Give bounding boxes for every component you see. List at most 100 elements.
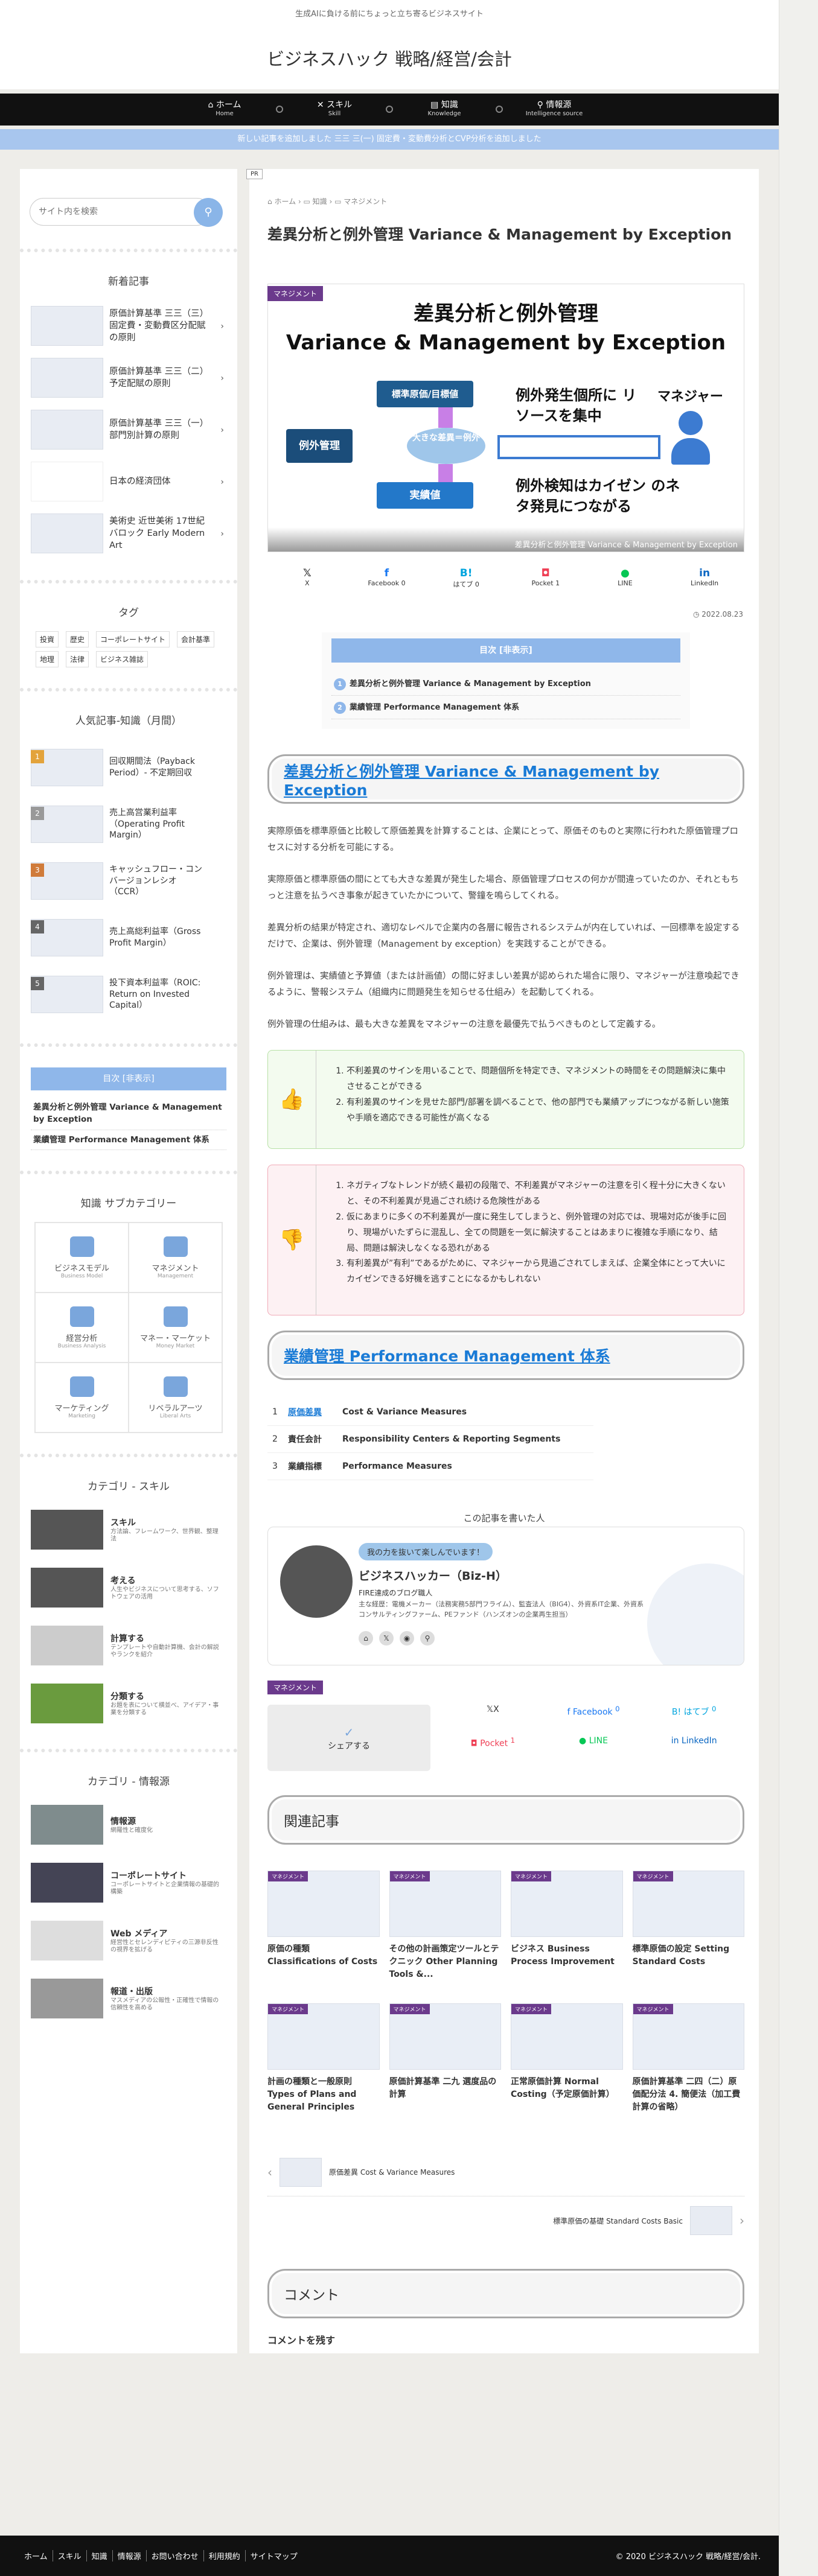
tag-link[interactable]: 地理 <box>36 651 59 667</box>
share-linkedin-button[interactable]: in LinkedIn <box>644 1736 744 1749</box>
list-item[interactable]: 美術史 近世美術 17世紀 バロック Early Modern Art › <box>31 507 226 559</box>
tag-link[interactable]: ビジネス雑誌 <box>96 651 149 667</box>
share-line-button[interactable]: ● LINE <box>598 567 652 589</box>
x-icon[interactable]: 𝕏 <box>379 1631 394 1646</box>
footer-link[interactable]: 利用規約 <box>204 2550 246 2562</box>
footer-link[interactable]: 情報源 <box>113 2550 147 2562</box>
list-item[interactable]: 原価計算基準 三三（三）固定費・変動費区分配賦の原則 › <box>31 300 226 352</box>
toc-link[interactable]: 1 差異分析と例外管理 Variance & Management by Exce… <box>331 672 680 696</box>
share-hatena-button[interactable]: B! はてブ 0 <box>644 1705 744 1718</box>
list-item[interactable]: 日本の経済団体 › <box>31 456 226 507</box>
category-item[interactable]: スキル 方法論、フレームワーク、世界観、整理法 <box>31 1505 226 1554</box>
share-pocket-button[interactable]: ◘ Pocket 1 <box>519 567 573 589</box>
category-item[interactable]: 報道・出版 マスメディアの公報性・正確性で情報の信頼性を高める <box>31 1974 226 2023</box>
home-icon[interactable]: ⌂ <box>359 1631 373 1646</box>
category-item[interactable]: Web メディア 経営性とセレンディピティの三源非反性の視界を拡げる <box>31 1916 226 1965</box>
ranking-item[interactable]: 4 売上高総利益率（Gross Profit Margin） <box>31 909 226 966</box>
knowledge-cat[interactable]: マネジメント Management <box>129 1222 222 1293</box>
tag-link[interactable]: マネジメント <box>267 1681 324 1694</box>
knowledge-cat[interactable]: マネー・マーケット Money Market <box>129 1292 222 1363</box>
thumbs-down-icon: 👎 <box>268 1165 316 1315</box>
related-card[interactable]: マネジメント 標準原価の設定 Setting Standard Costs <box>632 1871 744 1981</box>
share-x-button[interactable]: 𝕏X <box>280 567 334 589</box>
ranking-item[interactable]: 5 投下資本利益率（ROIC: Return on Invested Capita… <box>31 966 226 1023</box>
share-facebook-button[interactable]: f Facebook 0 <box>543 1705 644 1718</box>
main-article: PR ⌂ ホーム › ▭ 知識 › ▭ マネジメント 差異分析と例外管理 Var… <box>246 169 759 2353</box>
chevron-right-icon: › <box>740 2213 744 2228</box>
notice-bar[interactable]: 新しい記事を追加しました 三三 三(一) 固定費・変動費分析とCVP分析を追加し… <box>0 129 779 150</box>
breadcrumb-link[interactable]: ホーム <box>274 197 296 206</box>
search-input[interactable] <box>30 198 211 226</box>
share-pocket-button[interactable]: ◘ Pocket 1 <box>443 1736 543 1749</box>
related-thumbnail: マネジメント <box>267 2003 380 2070</box>
author-name[interactable]: ビジネスハッカー（Biz-H） <box>359 1567 507 1583</box>
related-card[interactable]: マネジメント その他の計画策定ツールとテクニック Other Planning T… <box>389 1871 501 1981</box>
tag-link[interactable]: コーポレートサイト <box>96 631 170 647</box>
author-badge: 我の力を抜いて楽しんでいます！ <box>359 1543 493 1560</box>
related-card[interactable]: マネジメント 原価計算基準 二九 選度品の計算 <box>389 2003 501 2114</box>
tools-icon: ✕ <box>316 100 327 110</box>
toc-link[interactable]: 業績管理 Performance Management 体系 <box>31 1130 226 1150</box>
nav-intelligence[interactable]: ⚲ 情報源 Intelligence source <box>509 94 599 126</box>
tag-link[interactable]: 会計基準 <box>177 631 215 647</box>
category-thumbnail <box>31 1920 103 1961</box>
site-title[interactable]: ビジネスハック 戦略/経営/会計 <box>0 45 779 71</box>
knowledge-cat[interactable]: リベラルアーツ Liberal Arts <box>129 1362 222 1433</box>
related-card[interactable]: マネジメント 原価の種類 Classifications of Costs <box>267 1871 380 1981</box>
post-date: ◷ 2022.08.23 <box>692 610 743 619</box>
breadcrumb-link[interactable]: 知識 <box>313 197 327 206</box>
category-item[interactable]: 分類する お題を表について横並べ、アイデア・事業を分類する <box>31 1679 226 1728</box>
footer-link[interactable]: 知識 <box>87 2550 113 2562</box>
toc-link[interactable]: 差異分析と例外管理 Variance & Management by Excep… <box>31 1098 226 1130</box>
list-item[interactable]: 原価計算基準 三三（一）部門別計算の原則 › <box>31 404 226 456</box>
palette-icon <box>163 1376 188 1397</box>
share-line-button[interactable]: ● LINE <box>543 1736 644 1749</box>
tag-link[interactable]: 歴史 <box>66 631 89 647</box>
category-item[interactable]: コーポレートサイト コーポレートサイトと企業情報の基礎的構築 <box>31 1858 226 1907</box>
knowledge-cat[interactable]: ビジネスモデル Business Model <box>35 1222 129 1293</box>
share-linkedin-button[interactable]: in LinkedIn <box>677 567 732 589</box>
nav-skill[interactable]: ✕ スキル Skill <box>289 94 380 126</box>
linkedin-icon: in <box>671 1735 682 1746</box>
ranking-item[interactable]: 2 売上高営業利益率（Operating Profit Margin） <box>31 796 226 853</box>
related-card[interactable]: マネジメント 正常原価計算 Normal Costing（予定原価計算） <box>511 2003 623 2114</box>
search-button[interactable]: ⚲ <box>194 198 223 227</box>
knowledge-cat[interactable]: 経営分析 Business Analysis <box>35 1292 129 1363</box>
chevron-right-icon: › <box>220 425 224 435</box>
knowledge-heading: 知識 サブカテゴリー <box>80 1197 177 1210</box>
breadcrumb-link[interactable]: マネジメント <box>343 197 387 206</box>
prev-post-link[interactable]: ‹ 原価差異 Cost & Variance Measures <box>267 2148 744 2196</box>
related-card[interactable]: マネジメント 原価計算基準 二四（二）原価配分法 4. 簡便法（加工費計算の省略） <box>632 2003 744 2114</box>
category-label[interactable]: マネジメント <box>267 286 324 301</box>
related-card[interactable]: マネジメント 計画の種類と一般原則 Types of Plans and Gene… <box>267 2003 380 2114</box>
category-item[interactable]: 計算する テンプレートや自動計算機、会計の解説やランクを紹介 <box>31 1621 226 1670</box>
category-item[interactable]: 考える 人生やビジネスについて思考する、ソフトウェアの活用 <box>31 1563 226 1612</box>
footer-link[interactable]: スキル <box>53 2550 87 2562</box>
footer-link[interactable]: お問い合わせ <box>147 2550 204 2562</box>
toc-toggle[interactable]: 目次 [非表示] <box>31 1067 226 1090</box>
facebook-icon: f <box>384 567 389 579</box>
share-hatena-button[interactable]: B! はてブ 0 <box>439 567 493 589</box>
nav-home[interactable]: ⌂ ホーム Home <box>179 94 270 126</box>
ranking-item[interactable]: 3 キャッシュフロー・コンバージョンレシオ（CCR） <box>31 853 226 909</box>
footer-link[interactable]: ホーム <box>19 2550 53 2562</box>
nav-knowledge[interactable]: ▤ 知識 Knowledge <box>399 94 490 126</box>
share-x-button[interactable]: 𝕏X <box>443 1705 543 1718</box>
list-item[interactable]: 原価計算基準 三三（二）予定配賦の原則 › <box>31 352 226 404</box>
ranking-item[interactable]: 1 回収期間法（Payback Period）- 不定期回収 <box>31 739 226 796</box>
footer-link[interactable]: サイトマップ <box>246 2550 302 2562</box>
toc-toggle[interactable]: 目次 [非表示] <box>331 638 680 663</box>
rss-icon[interactable]: ◉ <box>400 1631 414 1646</box>
search-icon[interactable]: ⚲ <box>420 1631 435 1646</box>
related-card[interactable]: マネジメント ビジネス Business Process Improvement <box>511 1871 623 1981</box>
author-heading: この記事を書いた人 <box>463 1513 545 1524</box>
rank-number: 3 <box>31 863 44 877</box>
tag-link[interactable]: 投資 <box>36 631 59 647</box>
knowledge-cat[interactable]: マーケティング Marketing <box>35 1362 129 1433</box>
share-facebook-button[interactable]: f Facebook 0 <box>359 567 414 589</box>
tag-link[interactable]: 法律 <box>66 651 89 667</box>
toc-link[interactable]: 2 業績管理 Performance Management 体系 <box>331 696 680 719</box>
business-model-icon <box>69 1236 94 1257</box>
next-post-link[interactable]: 標準原価の基礎 Standard Costs Basic › <box>267 2196 744 2245</box>
category-item[interactable]: 情報源 網羅性と確度化 <box>31 1800 226 1849</box>
